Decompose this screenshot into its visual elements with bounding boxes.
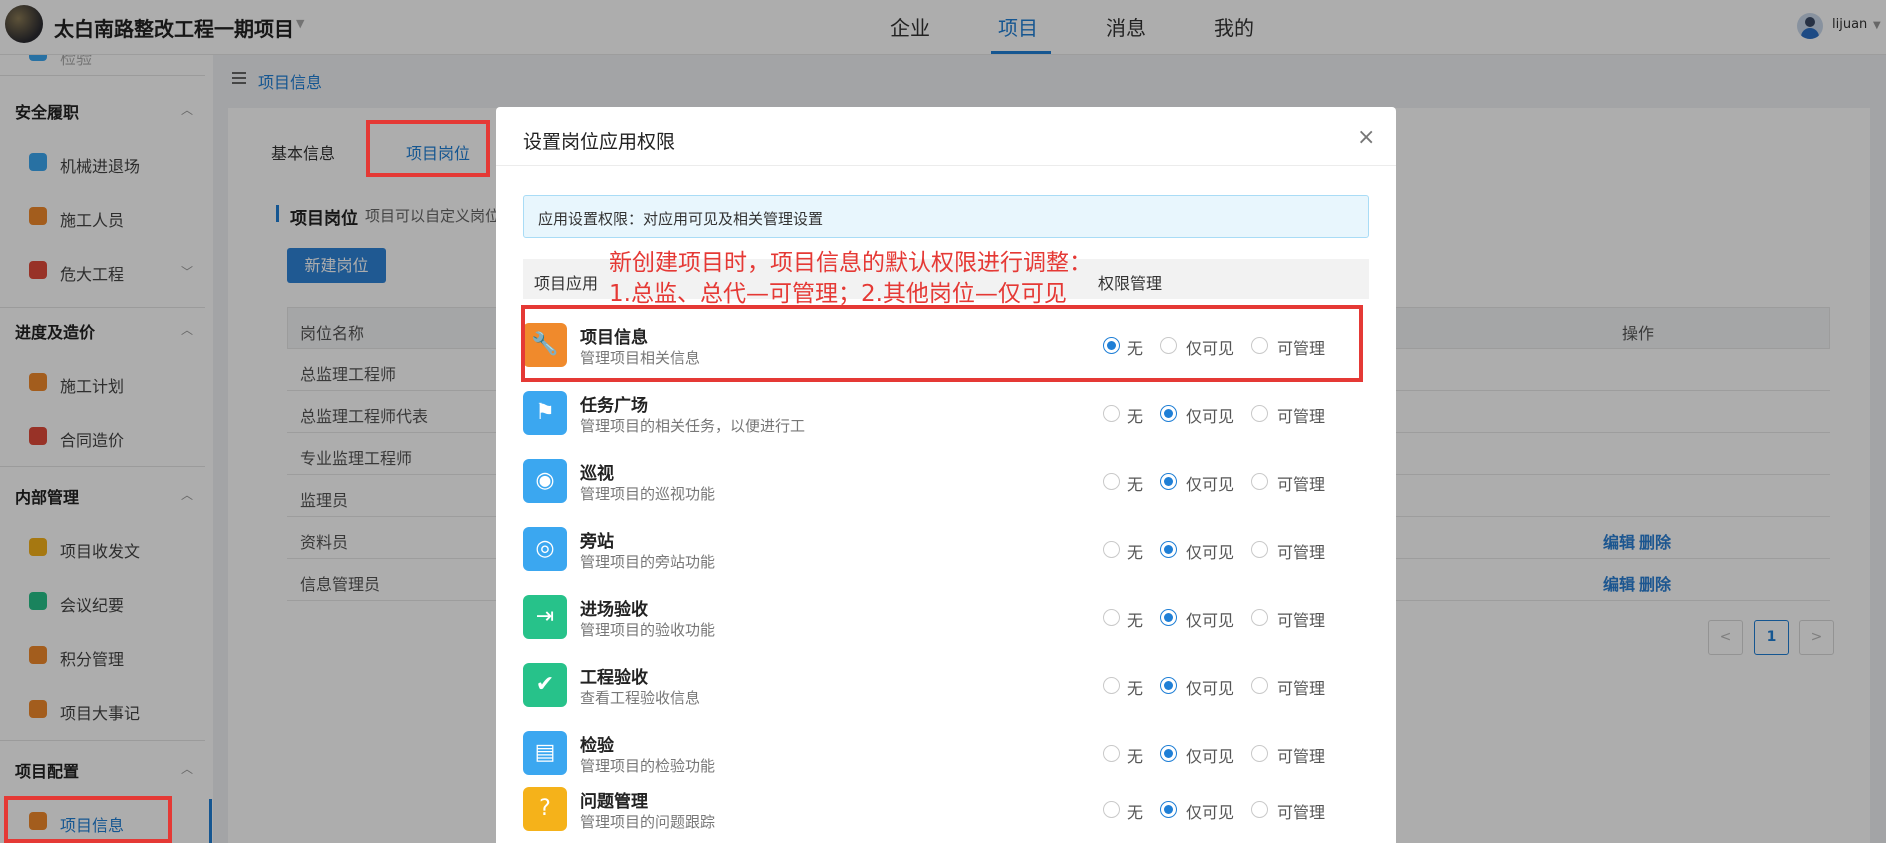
radio-none[interactable] (1103, 473, 1120, 490)
highlight-box-sidebar (4, 796, 172, 843)
radio-label-view-only[interactable]: 仅可见 (1186, 607, 1234, 631)
app-row-entry-acceptance: ⇥ 进场验收 管理项目的验收功能 无 仅可见 可管理 (523, 583, 1369, 651)
radio-label-none[interactable]: 无 (1127, 607, 1143, 631)
highlight-box-project-info-row (521, 305, 1363, 382)
highlight-box-tab (366, 120, 490, 177)
radio-label-view-only[interactable]: 仅可见 (1186, 799, 1234, 823)
app-description: 管理项目的问题跟踪 (580, 813, 716, 831)
app-description: 查看工程验收信息 (580, 689, 701, 707)
radio-label-manage[interactable]: 可管理 (1277, 607, 1325, 631)
app-description: 管理项目的验收功能 (580, 621, 716, 639)
app-name: 旁站 (580, 532, 614, 552)
app-name: 检验 (580, 736, 614, 756)
radio-manage[interactable] (1251, 801, 1268, 818)
entry-icon: ⇥ (523, 595, 567, 639)
radio-view-only[interactable] (1160, 405, 1177, 422)
info-banner: 应用设置权限：对应用可见及相关管理设置 (523, 195, 1369, 238)
radio-label-none[interactable]: 无 (1127, 743, 1143, 767)
app-description: 管理项目的检验功能 (580, 757, 716, 775)
app-row-task-square: ⚑ 任务广场 管理项目的相关任务，以便进行工 无 仅可见 可管理 (523, 379, 1369, 447)
radio-label-view-only[interactable]: 仅可见 (1186, 471, 1234, 495)
radio-none[interactable] (1103, 677, 1120, 694)
app-row-project-acceptance: ✔ 工程验收 查看工程验收信息 无 仅可见 可管理 (523, 651, 1369, 719)
question-icon: ? (523, 787, 567, 831)
modal-divider (496, 165, 1396, 166)
radio-manage[interactable] (1251, 677, 1268, 694)
folder-check-icon: ✔ (523, 663, 567, 707)
radio-label-manage[interactable]: 可管理 (1277, 539, 1325, 563)
radio-manage[interactable] (1251, 473, 1268, 490)
radio-none[interactable] (1103, 609, 1120, 626)
annotation-line-2: 1.总监、总代—可管理；2.其他岗位—仅可见 (609, 281, 1067, 307)
app-description: 管理项目的相关任务，以便进行工 (580, 417, 806, 435)
flag-icon: ⚑ (523, 391, 567, 435)
radio-label-view-only[interactable]: 仅可见 (1186, 675, 1234, 699)
app-description: 管理项目的巡视功能 (580, 485, 716, 503)
app-row-side-station: ◎ 旁站 管理项目的旁站功能 无 仅可见 可管理 (523, 515, 1369, 583)
radio-label-manage[interactable]: 可管理 (1277, 743, 1325, 767)
close-icon[interactable]: × (1357, 125, 1375, 150)
app-name: 任务广场 (580, 396, 648, 416)
radio-label-view-only[interactable]: 仅可见 (1186, 539, 1234, 563)
radio-view-only[interactable] (1160, 609, 1177, 626)
radio-label-view-only[interactable]: 仅可见 (1186, 403, 1234, 427)
app-row-issues: ? 问题管理 管理项目的问题跟踪 无 仅可见 可管理 (523, 775, 1369, 843)
radio-none[interactable] (1103, 745, 1120, 762)
radio-manage[interactable] (1251, 609, 1268, 626)
column-header-permission: 权限管理 (1098, 274, 1163, 293)
signal-icon: ◎ (523, 527, 567, 571)
app-name: 问题管理 (580, 792, 648, 812)
app-name: 进场验收 (580, 600, 648, 620)
info-banner-text: 应用设置权限：对应用可见及相关管理设置 (538, 210, 824, 228)
radio-none[interactable] (1103, 541, 1120, 558)
radio-label-manage[interactable]: 可管理 (1277, 471, 1325, 495)
radio-view-only[interactable] (1160, 541, 1177, 558)
radio-label-manage[interactable]: 可管理 (1277, 403, 1325, 427)
app-row-patrol: ◉ 巡视 管理项目的巡视功能 无 仅可见 可管理 (523, 447, 1369, 515)
radio-manage[interactable] (1251, 745, 1268, 762)
radio-label-none[interactable]: 无 (1127, 403, 1143, 427)
eye-icon: ◉ (523, 459, 567, 503)
radio-view-only[interactable] (1160, 677, 1177, 694)
scale-icon: ▤ (523, 731, 567, 775)
app-name: 巡视 (580, 464, 614, 484)
column-header-app: 项目应用 (534, 274, 599, 293)
radio-label-none[interactable]: 无 (1127, 471, 1143, 495)
app-name: 工程验收 (580, 668, 648, 688)
app-description: 管理项目的旁站功能 (580, 553, 716, 571)
radio-label-view-only[interactable]: 仅可见 (1186, 743, 1234, 767)
radio-manage[interactable] (1251, 405, 1268, 422)
radio-view-only[interactable] (1160, 745, 1177, 762)
annotation-line-1: 新创建项目时，项目信息的默认权限进行调整： (609, 250, 1092, 276)
radio-label-none[interactable]: 无 (1127, 539, 1143, 563)
radio-label-none[interactable]: 无 (1127, 799, 1143, 823)
radio-none[interactable] (1103, 405, 1120, 422)
radio-view-only[interactable] (1160, 801, 1177, 818)
radio-label-manage[interactable]: 可管理 (1277, 799, 1325, 823)
radio-none[interactable] (1103, 801, 1120, 818)
radio-view-only[interactable] (1160, 473, 1177, 490)
modal-title: 设置岗位应用权限 (523, 131, 676, 153)
permission-modal: 设置岗位应用权限 × 应用设置权限：对应用可见及相关管理设置 项目应用 权限管理… (496, 107, 1396, 843)
radio-label-manage[interactable]: 可管理 (1277, 675, 1325, 699)
radio-manage[interactable] (1251, 541, 1268, 558)
radio-label-none[interactable]: 无 (1127, 675, 1143, 699)
